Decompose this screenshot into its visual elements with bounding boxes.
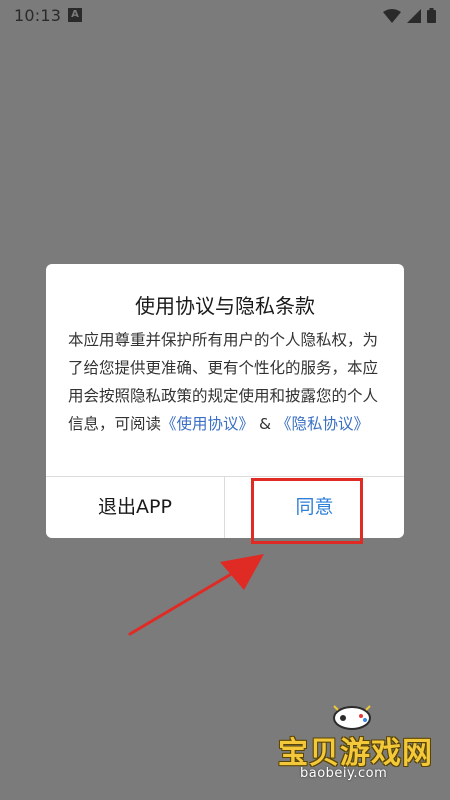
privacy-link[interactable]: 《隐私协议》 bbox=[276, 415, 369, 433]
terms-link[interactable]: 《使用协议》 bbox=[161, 415, 254, 433]
watermark: 宝贝游戏网 baobeiy.com bbox=[270, 700, 440, 790]
link-separator: & bbox=[254, 415, 276, 433]
status-icons bbox=[383, 8, 436, 23]
watermark-url: baobeiy.com bbox=[300, 766, 388, 781]
dialog-title: 使用协议与隐私条款 bbox=[135, 294, 315, 318]
highlight-box bbox=[251, 478, 363, 544]
red-arrow-icon bbox=[128, 554, 264, 636]
status-bar: 10:13 A bbox=[0, 0, 450, 32]
signal-icon bbox=[407, 8, 421, 23]
status-time: 10:13 bbox=[14, 6, 62, 25]
battery-icon bbox=[427, 8, 436, 23]
notification-a-icon: A bbox=[68, 8, 82, 22]
wifi-icon bbox=[383, 8, 401, 23]
exit-app-button[interactable]: 退出APP bbox=[46, 477, 224, 538]
dialog-body: 本应用尊重并保护所有用户的个人隐私权，为了给您提供更准确、更有个性化的服务，本应… bbox=[68, 326, 386, 438]
